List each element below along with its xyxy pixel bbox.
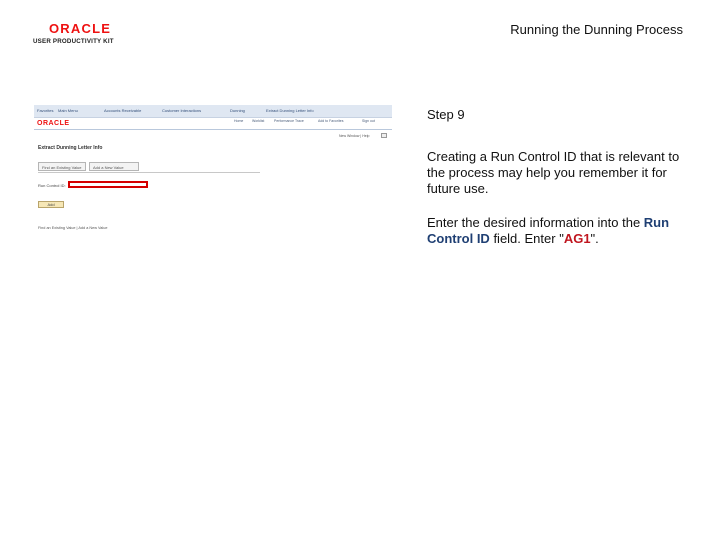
top-link[interactable]: Worklist (252, 119, 264, 123)
tab-add-new[interactable]: Add a New Value (89, 162, 139, 171)
app-page-heading: Extract Dunning Letter Info (38, 145, 103, 151)
tab-find-existing[interactable]: Find an Existing Value (38, 162, 86, 171)
top-link[interactable]: Performance Trace (274, 119, 304, 123)
logo-subtitle: USER PRODUCTIVITY KIT (33, 38, 114, 45)
top-link[interactable]: Sign out (362, 119, 375, 123)
header-divider (34, 129, 392, 130)
oracle-upk-logo: ORACLE USER PRODUCTIVITY KIT (33, 22, 133, 50)
run-control-id-label: Run Control ID: (38, 183, 66, 188)
breadcrumb-bar: Favorites Main Menu Accounts Receivable … (34, 105, 392, 118)
nav-item[interactable]: Favorites (37, 108, 53, 113)
new-window-link[interactable]: New Window | Help (339, 134, 369, 138)
divider (38, 172, 260, 173)
nav-item[interactable]: Extract Dunning Letter Info (266, 108, 314, 113)
top-link[interactable]: Home (234, 119, 243, 123)
instruction-paragraph-2: Enter the desired information into the R… (427, 215, 687, 247)
step-label: Step 9 (427, 107, 465, 122)
run-control-id-field[interactable] (68, 181, 148, 188)
logo-brand: ORACLE (49, 21, 112, 36)
top-link[interactable]: Add to Favorites (318, 119, 343, 123)
new-window-icon[interactable] (381, 133, 387, 138)
instruction-text: field. Enter " (489, 231, 564, 246)
nav-item[interactable]: Accounts Receivable (104, 108, 141, 113)
bottom-links[interactable]: Find an Existing Value | Add a New Value (38, 226, 107, 230)
instruction-text: Enter the desired information into the (427, 215, 644, 230)
add-button[interactable]: Add (38, 201, 64, 208)
nav-item[interactable]: Main Menu (58, 108, 78, 113)
instruction-text: ". (590, 231, 599, 246)
value-emphasis: AG1 (563, 231, 591, 246)
instruction-paragraph-1: Creating a Run Control ID that is releva… (427, 149, 680, 196)
application-screenshot: Favorites Main Menu Accounts Receivable … (34, 105, 392, 240)
nav-item[interactable]: Dunning (230, 108, 245, 113)
nav-item[interactable]: Customer Interactions (162, 108, 201, 113)
oracle-mini-logo: ORACLE (37, 120, 70, 127)
page-title: Running the Dunning Process (510, 22, 683, 37)
